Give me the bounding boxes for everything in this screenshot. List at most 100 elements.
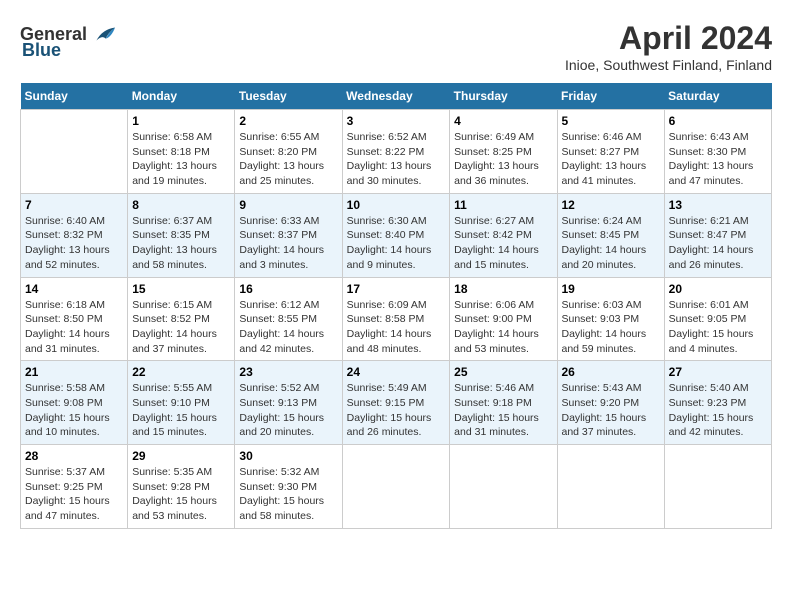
weekday-header-tuesday: Tuesday <box>235 83 342 110</box>
day-info: Sunrise: 5:46 AM Sunset: 9:18 PM Dayligh… <box>454 381 552 440</box>
day-info: Sunrise: 6:15 AM Sunset: 8:52 PM Dayligh… <box>132 298 230 357</box>
calendar-cell: 27 Sunrise: 5:40 AM Sunset: 9:23 PM Dayli… <box>664 361 771 445</box>
day-number: 28 <box>25 449 123 463</box>
day-number: 20 <box>669 282 767 296</box>
calendar-cell: 2 Sunrise: 6:55 AM Sunset: 8:20 PM Daylig… <box>235 110 342 194</box>
calendar-week-row: 28Sunrise: 5:37 AM Sunset: 9:25 PM Dayli… <box>21 445 772 529</box>
day-number: 4 <box>454 114 552 128</box>
day-number: 16 <box>239 282 337 296</box>
day-info: Sunrise: 6:43 AM Sunset: 8:30 PM Dayligh… <box>669 130 767 189</box>
day-info: Sunrise: 6:12 AM Sunset: 8:55 PM Dayligh… <box>239 298 337 357</box>
day-info: Sunrise: 6:06 AM Sunset: 9:00 PM Dayligh… <box>454 298 552 357</box>
calendar-cell <box>342 445 450 529</box>
day-info: Sunrise: 5:35 AM Sunset: 9:28 PM Dayligh… <box>132 465 230 524</box>
calendar-cell <box>664 445 771 529</box>
calendar-cell: 6 Sunrise: 6:43 AM Sunset: 8:30 PM Daylig… <box>664 110 771 194</box>
calendar-week-row: 14 Sunrise: 6:18 AM Sunset: 8:50 PM Dayli… <box>21 277 772 361</box>
calendar-cell <box>21 110 128 194</box>
calendar-cell: 5Sunrise: 6:46 AM Sunset: 8:27 PM Daylig… <box>557 110 664 194</box>
calendar-cell: 8Sunrise: 6:37 AM Sunset: 8:35 PM Daylig… <box>128 193 235 277</box>
day-number: 21 <box>25 365 123 379</box>
day-info: Sunrise: 6:49 AM Sunset: 8:25 PM Dayligh… <box>454 130 552 189</box>
day-number: 23 <box>239 365 337 379</box>
calendar-cell: 16 Sunrise: 6:12 AM Sunset: 8:55 PM Dayli… <box>235 277 342 361</box>
calendar-cell: 29 Sunrise: 5:35 AM Sunset: 9:28 PM Dayli… <box>128 445 235 529</box>
calendar-cell: 13 Sunrise: 6:21 AM Sunset: 8:47 PM Dayli… <box>664 193 771 277</box>
day-number: 10 <box>347 198 446 212</box>
day-info: Sunrise: 5:52 AM Sunset: 9:13 PM Dayligh… <box>239 381 337 440</box>
day-number: 12 <box>562 198 660 212</box>
day-info: Sunrise: 6:37 AM Sunset: 8:35 PM Dayligh… <box>132 214 230 273</box>
calendar-cell <box>557 445 664 529</box>
day-info: Sunrise: 5:55 AM Sunset: 9:10 PM Dayligh… <box>132 381 230 440</box>
day-number: 30 <box>239 449 337 463</box>
day-info: Sunrise: 6:33 AM Sunset: 8:37 PM Dayligh… <box>239 214 337 273</box>
day-number: 29 <box>132 449 230 463</box>
day-number: 11 <box>454 198 552 212</box>
day-info: Sunrise: 6:18 AM Sunset: 8:50 PM Dayligh… <box>25 298 123 357</box>
day-number: 26 <box>562 365 660 379</box>
day-number: 25 <box>454 365 552 379</box>
calendar-cell: 12 Sunrise: 6:24 AM Sunset: 8:45 PM Dayli… <box>557 193 664 277</box>
day-number: 19 <box>562 282 660 296</box>
day-number: 1 <box>132 114 230 128</box>
day-info: Sunrise: 6:01 AM Sunset: 9:05 PM Dayligh… <box>669 298 767 357</box>
day-number: 22 <box>132 365 230 379</box>
day-info: Sunrise: 6:09 AM Sunset: 8:58 PM Dayligh… <box>347 298 446 357</box>
calendar-cell: 30 Sunrise: 5:32 AM Sunset: 9:30 PM Dayli… <box>235 445 342 529</box>
calendar-week-row: 7Sunrise: 6:40 AM Sunset: 8:32 PM Daylig… <box>21 193 772 277</box>
day-info: Sunrise: 5:32 AM Sunset: 9:30 PM Dayligh… <box>239 465 337 524</box>
calendar-cell: 9 Sunrise: 6:33 AM Sunset: 8:37 PM Daylig… <box>235 193 342 277</box>
day-info: Sunrise: 6:58 AM Sunset: 8:18 PM Dayligh… <box>132 130 230 189</box>
calendar-cell: 24 Sunrise: 5:49 AM Sunset: 9:15 PM Dayli… <box>342 361 450 445</box>
logo-bird-icon <box>89 20 117 48</box>
calendar-cell: 7Sunrise: 6:40 AM Sunset: 8:32 PM Daylig… <box>21 193 128 277</box>
weekday-header-saturday: Saturday <box>664 83 771 110</box>
calendar-cell: 25 Sunrise: 5:46 AM Sunset: 9:18 PM Dayli… <box>450 361 557 445</box>
calendar-cell: 28Sunrise: 5:37 AM Sunset: 9:25 PM Dayli… <box>21 445 128 529</box>
calendar-cell: 26 Sunrise: 5:43 AM Sunset: 9:20 PM Dayli… <box>557 361 664 445</box>
calendar-cell: 22 Sunrise: 5:55 AM Sunset: 9:10 PM Dayli… <box>128 361 235 445</box>
calendar-cell: 19Sunrise: 6:03 AM Sunset: 9:03 PM Dayli… <box>557 277 664 361</box>
calendar-table: SundayMondayTuesdayWednesdayThursdayFrid… <box>20 83 772 529</box>
day-number: 6 <box>669 114 767 128</box>
day-info: Sunrise: 6:30 AM Sunset: 8:40 PM Dayligh… <box>347 214 446 273</box>
weekday-header-monday: Monday <box>128 83 235 110</box>
logo: General Blue <box>20 20 117 61</box>
day-number: 24 <box>347 365 446 379</box>
calendar-cell: 20 Sunrise: 6:01 AM Sunset: 9:05 PM Dayli… <box>664 277 771 361</box>
weekday-header-row: SundayMondayTuesdayWednesdayThursdayFrid… <box>21 83 772 110</box>
weekday-header-wednesday: Wednesday <box>342 83 450 110</box>
weekday-header-friday: Friday <box>557 83 664 110</box>
weekday-header-thursday: Thursday <box>450 83 557 110</box>
day-number: 14 <box>25 282 123 296</box>
day-info: Sunrise: 6:52 AM Sunset: 8:22 PM Dayligh… <box>347 130 446 189</box>
day-info: Sunrise: 5:58 AM Sunset: 9:08 PM Dayligh… <box>25 381 123 440</box>
calendar-week-row: 21 Sunrise: 5:58 AM Sunset: 9:08 PM Dayli… <box>21 361 772 445</box>
calendar-cell: 23 Sunrise: 5:52 AM Sunset: 9:13 PM Dayli… <box>235 361 342 445</box>
day-number: 2 <box>239 114 337 128</box>
day-info: Sunrise: 6:24 AM Sunset: 8:45 PM Dayligh… <box>562 214 660 273</box>
calendar-cell: 3 Sunrise: 6:52 AM Sunset: 8:22 PM Daylig… <box>342 110 450 194</box>
day-info: Sunrise: 6:27 AM Sunset: 8:42 PM Dayligh… <box>454 214 552 273</box>
day-number: 9 <box>239 198 337 212</box>
day-number: 5 <box>562 114 660 128</box>
day-number: 7 <box>25 198 123 212</box>
calendar-week-row: 1 Sunrise: 6:58 AM Sunset: 8:18 PM Daylig… <box>21 110 772 194</box>
day-number: 15 <box>132 282 230 296</box>
day-number: 13 <box>669 198 767 212</box>
day-number: 3 <box>347 114 446 128</box>
calendar-cell <box>450 445 557 529</box>
calendar-cell: 21 Sunrise: 5:58 AM Sunset: 9:08 PM Dayli… <box>21 361 128 445</box>
day-number: 17 <box>347 282 446 296</box>
calendar-cell: 4 Sunrise: 6:49 AM Sunset: 8:25 PM Daylig… <box>450 110 557 194</box>
day-info: Sunrise: 5:49 AM Sunset: 9:15 PM Dayligh… <box>347 381 446 440</box>
day-number: 27 <box>669 365 767 379</box>
day-info: Sunrise: 6:55 AM Sunset: 8:20 PM Dayligh… <box>239 130 337 189</box>
day-info: Sunrise: 5:40 AM Sunset: 9:23 PM Dayligh… <box>669 381 767 440</box>
day-info: Sunrise: 5:43 AM Sunset: 9:20 PM Dayligh… <box>562 381 660 440</box>
page-header: General Blue April 2024 Inioe, Southwest… <box>20 20 772 73</box>
weekday-header-sunday: Sunday <box>21 83 128 110</box>
day-info: Sunrise: 6:21 AM Sunset: 8:47 PM Dayligh… <box>669 214 767 273</box>
calendar-cell: 17 Sunrise: 6:09 AM Sunset: 8:58 PM Dayli… <box>342 277 450 361</box>
